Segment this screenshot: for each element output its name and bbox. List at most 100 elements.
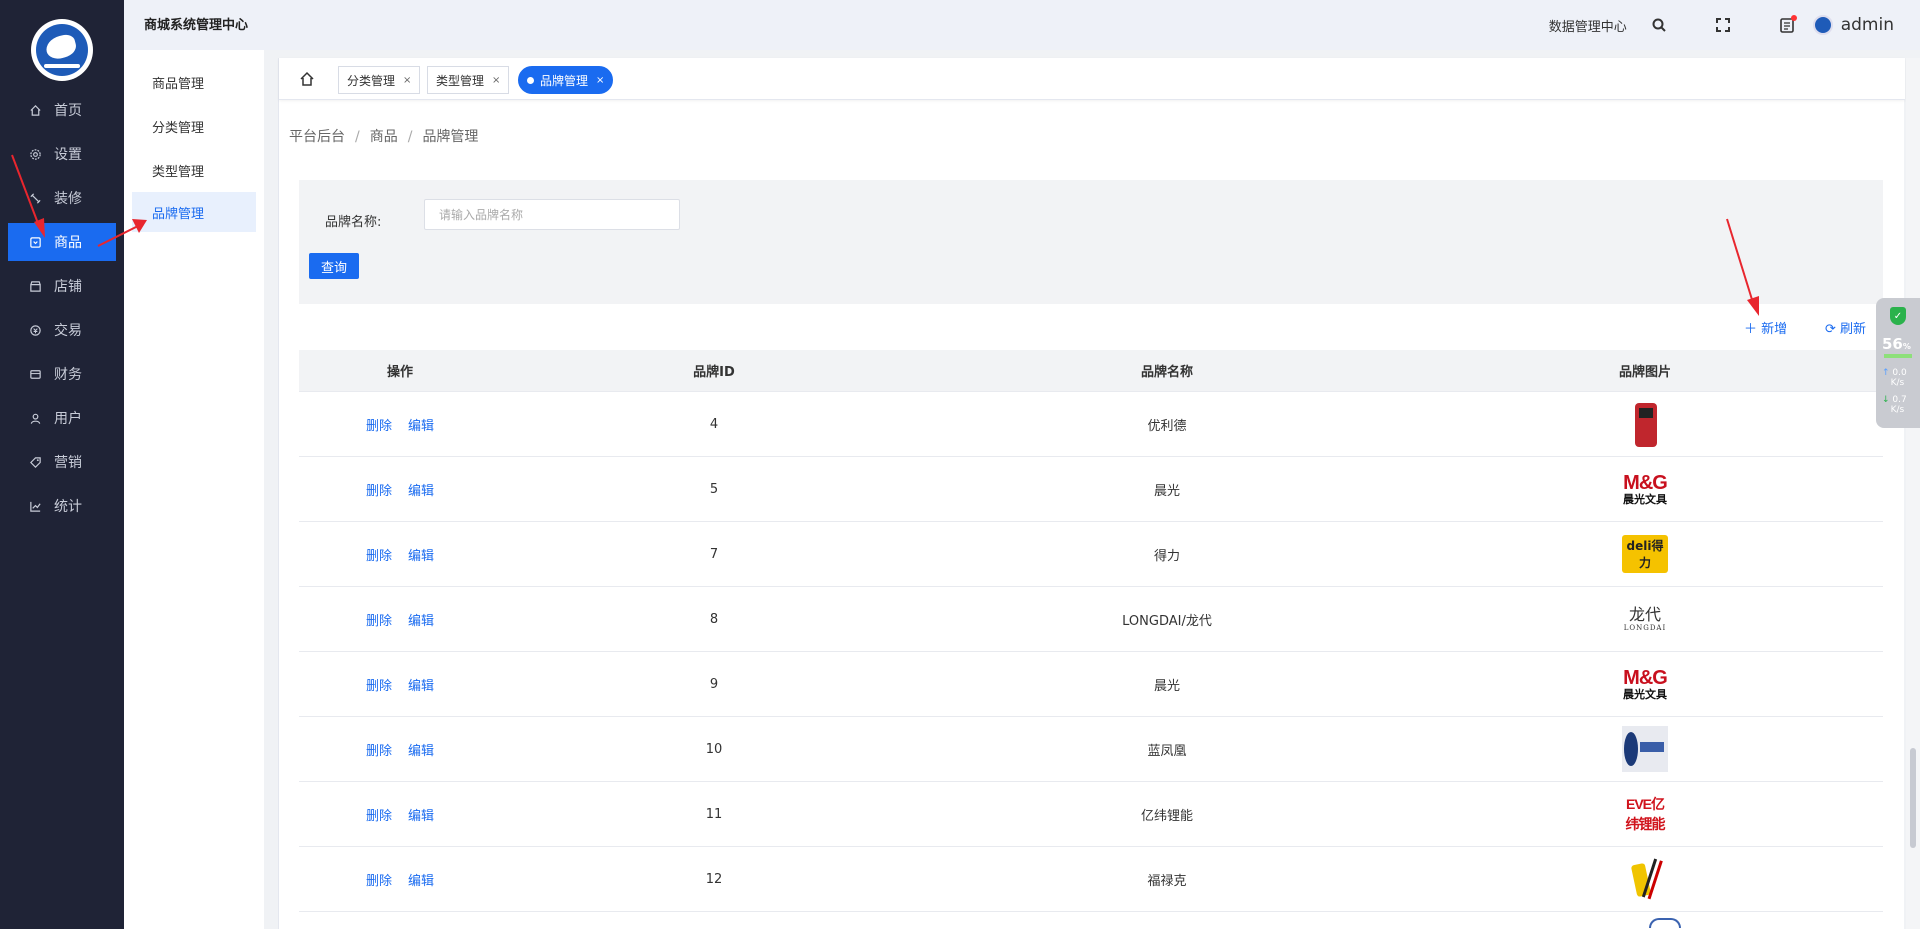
search-icon[interactable]: [1649, 15, 1669, 35]
username[interactable]: admin: [1841, 15, 1894, 35]
longdai-brand-image: 龙代 LONGDAI: [1623, 604, 1667, 632]
delete-button[interactable]: 删除: [366, 679, 392, 694]
notification-icon[interactable]: [1777, 15, 1797, 35]
breadcrumb-item[interactable]: 平台后台: [289, 129, 345, 145]
brand-image-cell: [1407, 856, 1883, 902]
sidebar-item-product[interactable]: 商品: [8, 223, 116, 261]
decorate-icon: [28, 191, 42, 205]
table-row: 删除 编辑 11 亿纬锂能 EVE亿纬锂能: [299, 782, 1883, 847]
sidebar-item-marketing[interactable]: 营销: [8, 443, 116, 481]
refresh-icon: ⟳: [1825, 322, 1836, 337]
sidebar-item-user[interactable]: 用户: [8, 399, 116, 437]
header-actions: 数据管理中心 admin: [1549, 0, 1920, 50]
arrow-up-icon: ↑: [1882, 368, 1890, 378]
row-actions: 删除 编辑: [299, 480, 501, 499]
brand-table: 操作 品牌ID 品牌名称 品牌图片 删除 编辑 4 优利德 删除 编辑 5 晨光 M…: [299, 350, 1883, 929]
delete-button[interactable]: 删除: [366, 614, 392, 629]
brand-id: 7: [709, 546, 719, 562]
sidebar-item-settings[interactable]: 设置: [8, 135, 116, 173]
tab-label: 分类管理: [347, 73, 396, 88]
submenu-item-type-management[interactable]: 类型管理: [132, 150, 256, 190]
app-logo: [31, 19, 93, 81]
delete-button[interactable]: 删除: [366, 874, 392, 889]
arrow-down-icon: ↓: [1882, 395, 1890, 405]
sidebar-item-decorate[interactable]: 装修: [8, 179, 116, 217]
fullscreen-icon[interactable]: [1713, 15, 1733, 35]
multimeter-brand-image: [1622, 401, 1668, 447]
edit-button[interactable]: 编辑: [408, 549, 434, 564]
brand-name-label: 品牌名称:: [325, 215, 382, 230]
delete-button[interactable]: 删除: [366, 484, 392, 499]
tab-type-management[interactable]: 类型管理 ×: [427, 66, 510, 94]
close-icon[interactable]: ×: [403, 75, 411, 86]
query-button[interactable]: 查询: [309, 253, 359, 279]
sidebar-item-shop[interactable]: 店铺: [8, 267, 116, 305]
edit-button[interactable]: 编辑: [408, 874, 434, 889]
sidebar-item-label: 首页: [54, 103, 82, 119]
upload-speed: ↑ 0.0 K/s: [1882, 368, 1907, 388]
edit-button[interactable]: 编辑: [408, 484, 434, 499]
close-icon[interactable]: ×: [492, 75, 500, 86]
submenu-item-product-management[interactable]: 商品管理: [132, 62, 256, 102]
brand-image-cell: 龙代 LONGDAI: [1407, 596, 1883, 642]
brand-id: 4: [709, 416, 719, 432]
edit-button[interactable]: 编辑: [408, 614, 434, 629]
add-button[interactable]: ＋ 新增: [1744, 318, 1787, 337]
secondary-menu: 商品管理 分类管理 类型管理 品牌管理: [124, 50, 264, 929]
sidebar-item-trade[interactable]: 交易: [8, 311, 116, 349]
delete-button[interactable]: 删除: [366, 549, 392, 564]
brand-name: 得力: [1153, 548, 1180, 564]
logo-mark: [36, 24, 88, 76]
sidebar-item-finance[interactable]: 财务: [8, 355, 116, 393]
table-header: 操作 品牌ID 品牌名称 品牌图片: [299, 350, 1883, 392]
mg-brand-image: M&G 晨光文具: [1623, 471, 1668, 506]
breadcrumb-item[interactable]: 商品: [370, 129, 398, 145]
mg-brand-image: M&G 晨光文具: [1623, 666, 1668, 701]
delete-button[interactable]: 删除: [366, 809, 392, 824]
brand-id: 11: [705, 806, 723, 822]
sidebar-item-label: 统计: [54, 499, 82, 515]
user-icon: [28, 411, 42, 425]
edit-button[interactable]: 编辑: [408, 744, 434, 759]
edit-button[interactable]: 编辑: [408, 809, 434, 824]
table-row: 删除 编辑 7 得力 deli得力: [299, 522, 1883, 587]
search-panel: 品牌名称: 请输入品牌名称 查询: [299, 180, 1883, 304]
network-speed-widget[interactable]: ✓ 56% ↑ 0.0 K/s ↓ 0.7 K/s: [1876, 298, 1920, 428]
table-row: 删除 编辑 8 LONGDAI/龙代 龙代 LONGDAI: [299, 587, 1883, 652]
sidebar-item-label: 装修: [54, 191, 82, 207]
brand-name-input[interactable]: 请输入品牌名称: [424, 199, 680, 230]
sidebar-item-label: 财务: [54, 367, 82, 383]
refresh-label: 刷新: [1840, 322, 1867, 337]
gear-icon: [28, 147, 42, 161]
submenu-item-label: 分类管理: [152, 120, 205, 136]
table-row: 删除 编辑 5 晨光 M&G 晨光文具: [299, 457, 1883, 522]
sidebar-item-home[interactable]: 首页: [8, 91, 116, 129]
home-tab[interactable]: [293, 67, 321, 91]
column-header: 品牌图片: [1618, 365, 1671, 380]
edit-button[interactable]: 编辑: [408, 419, 434, 434]
delete-button[interactable]: 删除: [366, 744, 392, 759]
delete-button[interactable]: 删除: [366, 419, 392, 434]
tab-category-management[interactable]: 分类管理 ×: [338, 66, 421, 94]
submenu-item-category-management[interactable]: 分类管理: [132, 106, 256, 146]
avatar[interactable]: [1812, 15, 1833, 35]
product-icon: [28, 235, 42, 249]
phoenix-brand-image: [1622, 726, 1668, 772]
page-scrollbar[interactable]: [1906, 58, 1920, 929]
scroll-thumb[interactable]: [1910, 748, 1916, 848]
sidebar-item-label: 营销: [54, 455, 82, 471]
brand-image-partial: [1649, 918, 1681, 928]
table-row: 删除 编辑 10 蓝凤凰: [299, 717, 1883, 782]
brand-image-cell: M&G 晨光文具: [1407, 661, 1883, 707]
tab-brand-management[interactable]: 品牌管理 ×: [518, 66, 614, 94]
deli-brand-image: deli得力: [1622, 535, 1668, 573]
row-actions: 删除 编辑: [299, 545, 501, 564]
brand-name: 蓝凤凰: [1147, 743, 1187, 759]
close-icon[interactable]: ×: [596, 75, 604, 86]
edit-button[interactable]: 编辑: [408, 679, 434, 694]
refresh-button[interactable]: ⟳ 刷新: [1825, 318, 1866, 337]
data-center-link[interactable]: 数据管理中心: [1549, 16, 1627, 35]
brand-id: 8: [709, 611, 719, 627]
sidebar-item-statistics[interactable]: 统计: [8, 487, 116, 525]
submenu-item-brand-management[interactable]: 品牌管理: [132, 192, 256, 232]
